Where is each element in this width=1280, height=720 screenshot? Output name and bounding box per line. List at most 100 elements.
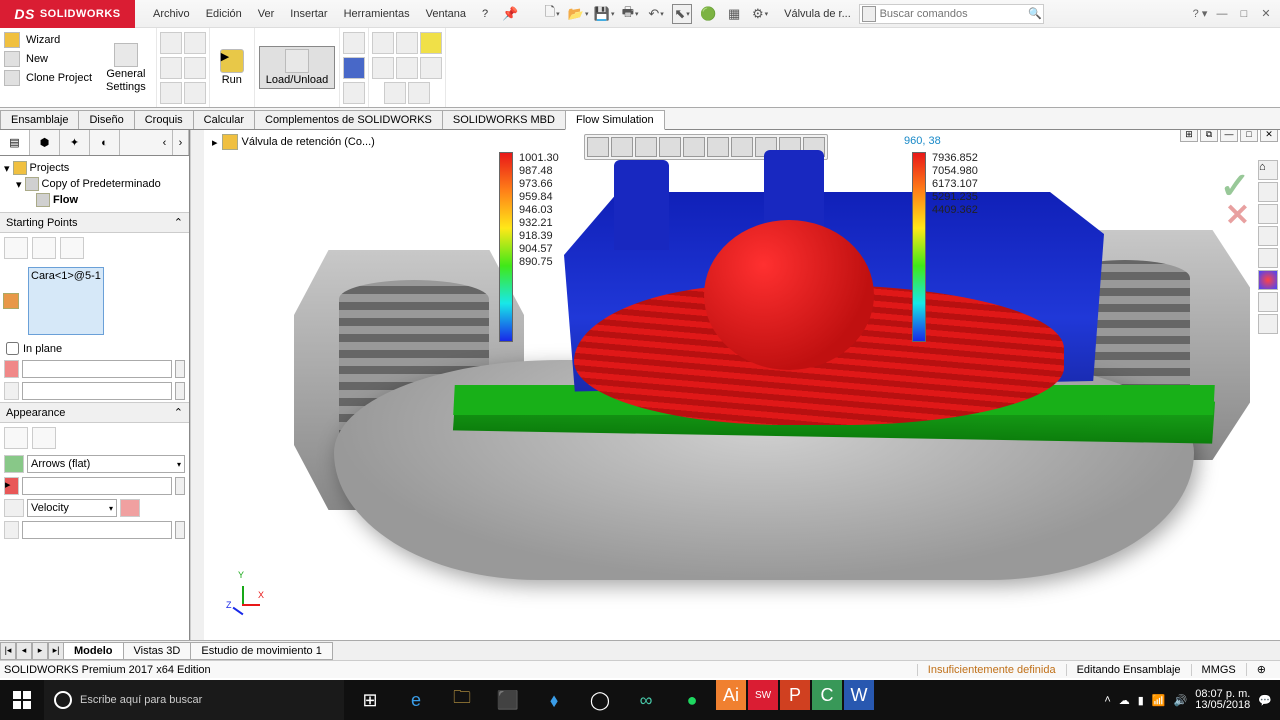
extra-spinner[interactable] bbox=[175, 521, 185, 539]
tray-volume-icon[interactable]: 🔊 bbox=[1174, 694, 1188, 707]
graphics-area[interactable]: ⊞ ⧉ — □ ✕ ▸Válvula de retención (Co...) … bbox=[204, 130, 1280, 640]
zoom-area-icon[interactable] bbox=[611, 137, 633, 157]
plot-tool-5[interactable] bbox=[396, 57, 418, 79]
result-tool-1[interactable] bbox=[343, 32, 365, 54]
settings-icon[interactable]: ⚙▾ bbox=[750, 4, 770, 24]
tab-ensamblaje[interactable]: Ensamblaje bbox=[0, 110, 79, 129]
tp-view-palette-icon[interactable] bbox=[1258, 248, 1278, 268]
result-tool-2[interactable] bbox=[343, 57, 365, 79]
tp-appearances-icon[interactable] bbox=[1258, 270, 1278, 290]
tb-word-icon[interactable]: W bbox=[844, 680, 874, 710]
ribbon-tool-2[interactable] bbox=[184, 32, 206, 54]
ribbon-tool-1[interactable] bbox=[160, 32, 182, 54]
hide-show-icon[interactable] bbox=[731, 137, 753, 157]
status-extra[interactable]: ⊕ bbox=[1246, 663, 1276, 676]
pin-icon[interactable]: 📌 bbox=[500, 4, 520, 24]
tb-camtasia-icon[interactable]: C bbox=[812, 680, 842, 710]
options-doc-icon[interactable]: ▦ bbox=[724, 4, 744, 24]
menu-view[interactable]: Ver bbox=[250, 8, 283, 20]
search-input[interactable] bbox=[876, 8, 1026, 20]
btab-first[interactable]: |◂ bbox=[0, 642, 16, 660]
help-dropdown-icon[interactable]: ? ▾ bbox=[1190, 4, 1210, 24]
plot-tool-7[interactable] bbox=[384, 82, 406, 104]
status-units[interactable]: MMGS bbox=[1191, 664, 1246, 676]
sp-tool-1[interactable] bbox=[4, 237, 28, 259]
btab-vistas3d[interactable]: Vistas 3D bbox=[123, 642, 192, 660]
start-button[interactable] bbox=[0, 680, 44, 720]
doc-maximize-icon[interactable]: □ bbox=[1240, 130, 1258, 142]
tp-library-icon[interactable] bbox=[1258, 204, 1278, 224]
search-scope-icon[interactable] bbox=[862, 6, 876, 22]
color-legend-2[interactable]: 7936.8527054.9806173.1075291.2354409.362 bbox=[912, 152, 978, 342]
arrow-input[interactable] bbox=[22, 477, 172, 495]
menu-file[interactable]: Archivo bbox=[145, 8, 198, 20]
param-combo[interactable]: Velocity▾ bbox=[27, 499, 117, 517]
section-view-icon[interactable] bbox=[659, 137, 681, 157]
in-plane-checkbox[interactable] bbox=[6, 342, 19, 355]
orientation-triad[interactable]: Y X Z bbox=[224, 574, 262, 612]
minimize-icon[interactable]: — bbox=[1212, 4, 1232, 24]
tb-edge-icon[interactable]: e bbox=[394, 680, 438, 720]
breadcrumb[interactable]: ▸Válvula de retención (Co...) bbox=[212, 134, 375, 150]
new-button[interactable]: New bbox=[4, 51, 92, 67]
view-orient-icon[interactable] bbox=[683, 137, 705, 157]
result-tool-3[interactable] bbox=[343, 82, 365, 104]
plot-tool-3[interactable] bbox=[420, 32, 442, 54]
tray-clock[interactable]: 08:07 p. m.13/05/2018 bbox=[1195, 689, 1250, 711]
ribbon-tool-5[interactable] bbox=[160, 82, 182, 104]
tab-calcular[interactable]: Calcular bbox=[193, 110, 255, 129]
btab-modelo[interactable]: Modelo bbox=[63, 642, 124, 660]
tab-complementos[interactable]: Complementos de SOLIDWORKS bbox=[254, 110, 443, 129]
plot-tool-2[interactable] bbox=[396, 32, 418, 54]
restore-icon[interactable]: □ bbox=[1234, 4, 1254, 24]
tray-notifications-icon[interactable]: 💬 bbox=[1258, 694, 1272, 707]
btab-estudio[interactable]: Estudio de movimiento 1 bbox=[190, 642, 332, 660]
tp-properties-icon[interactable] bbox=[1258, 292, 1278, 312]
display-style-icon[interactable] bbox=[707, 137, 729, 157]
starting-points-header[interactable]: Starting Points⌃ bbox=[0, 212, 189, 233]
ap-tool-1[interactable] bbox=[4, 427, 28, 449]
tab-flow-simulation[interactable]: Flow Simulation bbox=[565, 110, 665, 130]
save-icon[interactable]: 💾▾ bbox=[594, 4, 614, 24]
tree-flow[interactable]: Flow bbox=[2, 192, 187, 208]
panel-scrollbar[interactable] bbox=[190, 130, 204, 640]
prev-view-icon[interactable] bbox=[635, 137, 657, 157]
doc-minimize-icon[interactable]: — bbox=[1220, 130, 1238, 142]
rebuild-icon[interactable]: 🟢 bbox=[698, 4, 718, 24]
menu-tools[interactable]: Herramientas bbox=[336, 8, 418, 20]
tb-spotify-icon[interactable]: ● bbox=[670, 680, 714, 720]
collapse-icon[interactable]: ⌃ bbox=[174, 216, 183, 229]
print-icon[interactable]: 🖶▾ bbox=[620, 4, 640, 24]
tab-croquis[interactable]: Croquis bbox=[134, 110, 194, 129]
ap-tool-2[interactable] bbox=[32, 427, 56, 449]
tree-projects[interactable]: ▾Projects bbox=[2, 160, 187, 176]
wizard-button[interactable]: Wizard bbox=[4, 32, 92, 48]
taskbar-search[interactable]: Escribe aquí para buscar bbox=[44, 680, 344, 720]
plot-tool-1[interactable] bbox=[372, 32, 394, 54]
tb-ppt-icon[interactable]: P bbox=[780, 680, 810, 710]
tray-cloud-icon[interactable]: ☁ bbox=[1119, 694, 1130, 707]
tb-app1-icon[interactable]: ∞ bbox=[624, 680, 668, 720]
plot-tool-8[interactable] bbox=[408, 82, 430, 104]
color-legend-1[interactable]: 1001.30987.48973.66959.84946.03932.21918… bbox=[499, 152, 559, 342]
undo-icon[interactable]: ↶▾ bbox=[646, 4, 666, 24]
tb-explorer-icon[interactable]: 🗀 bbox=[440, 680, 484, 720]
tab-diseno[interactable]: Diseño bbox=[78, 110, 134, 129]
tab-mbd[interactable]: SOLIDWORKS MBD bbox=[442, 110, 566, 129]
plot-tool-6[interactable] bbox=[420, 57, 442, 79]
search-icon[interactable]: 🔍 bbox=[1028, 5, 1043, 23]
menu-edit[interactable]: Edición bbox=[198, 8, 250, 20]
ribbon-tool-3[interactable] bbox=[160, 57, 182, 79]
fm-tab-3[interactable]: ✦ bbox=[60, 130, 90, 155]
ribbon-tool-4[interactable] bbox=[184, 57, 206, 79]
extra-input[interactable] bbox=[22, 521, 172, 539]
param-edit-icon[interactable] bbox=[120, 499, 140, 517]
tb-store-icon[interactable]: ⬛ bbox=[486, 680, 530, 720]
general-settings-button[interactable]: GeneralSettings bbox=[100, 41, 152, 95]
select-icon[interactable]: ⬉▾ bbox=[672, 4, 692, 24]
tray-battery-icon[interactable]: ▮ bbox=[1138, 694, 1144, 707]
sp-tool-3[interactable] bbox=[60, 237, 84, 259]
tray-up-icon[interactable]: ˄ bbox=[1104, 694, 1110, 706]
clone-project-button[interactable]: Clone Project bbox=[4, 70, 92, 86]
doc-cascade-icon[interactable]: ⧉ bbox=[1200, 130, 1218, 142]
